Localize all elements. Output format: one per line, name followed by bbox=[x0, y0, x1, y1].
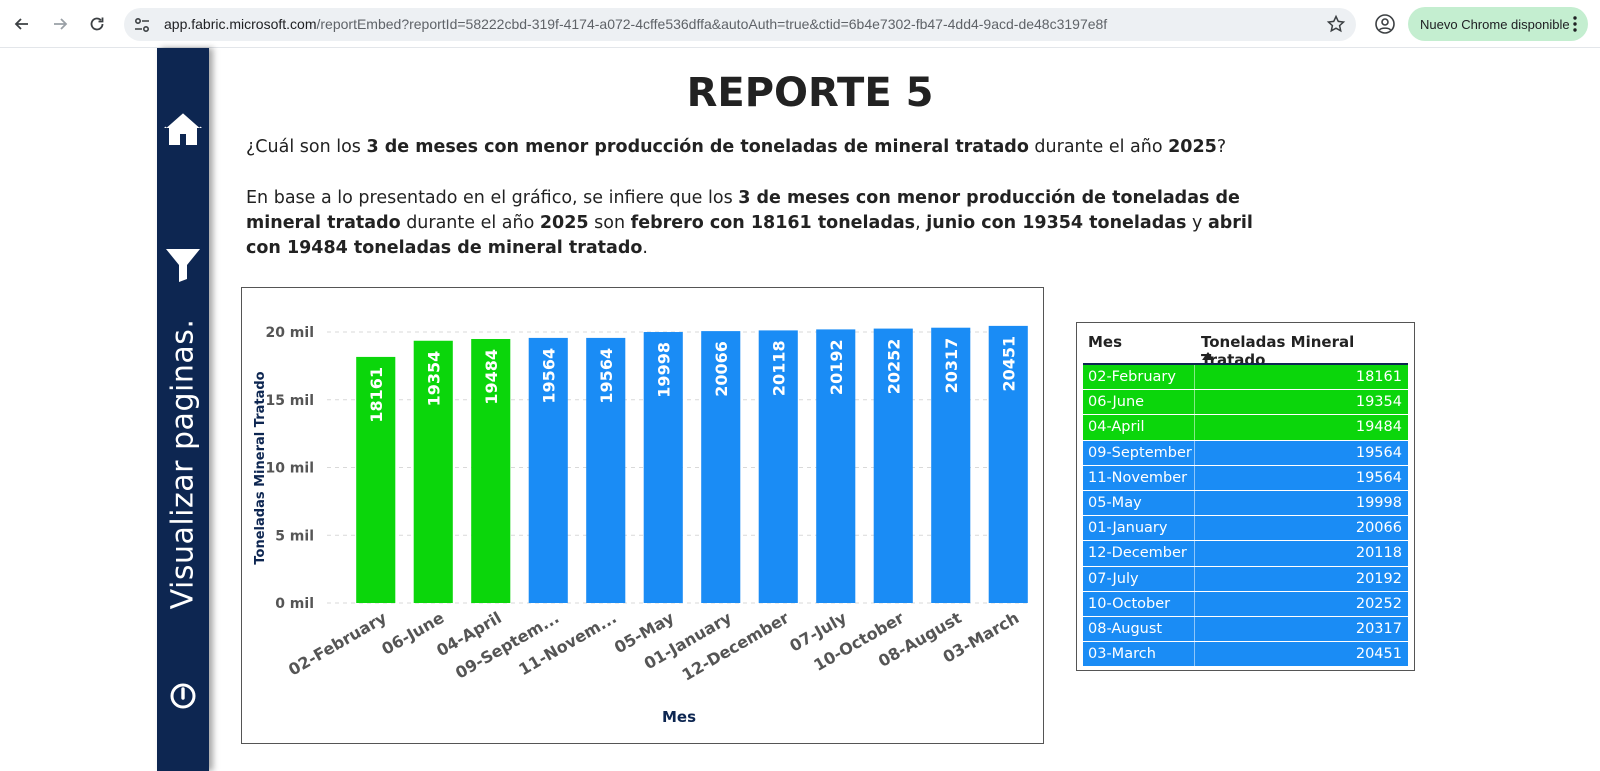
table-row[interactable]: 08-August 20317 bbox=[1083, 616, 1408, 643]
cell-toneladas: 19564 bbox=[1355, 444, 1402, 461]
y-tick-label: 10 mil bbox=[265, 461, 314, 477]
cell-mes: 06-June bbox=[1083, 390, 1195, 415]
column-header-mes[interactable]: Mes bbox=[1088, 333, 1122, 351]
y-tick-label: 0 mil bbox=[275, 596, 314, 612]
answer-text: En base a lo presentado en el gráfico, s… bbox=[246, 188, 1253, 258]
data-label: 20118 bbox=[769, 340, 788, 396]
power-icon[interactable] bbox=[169, 682, 197, 710]
browser-toolbar: app.fabric.microsoft.com/reportEmbed?rep… bbox=[0, 0, 1600, 48]
url-text: app.fabric.microsoft.com/reportEmbed?rep… bbox=[164, 16, 1108, 32]
data-label: 20066 bbox=[712, 341, 731, 397]
table-row[interactable]: 04-April 19484 bbox=[1083, 415, 1408, 441]
table-row[interactable]: 09-September 19564 bbox=[1083, 440, 1408, 466]
y-tick-label: 15 mil bbox=[265, 393, 314, 409]
cell-toneladas: 19998 bbox=[1355, 495, 1402, 512]
table-row[interactable]: 06-June 19354 bbox=[1083, 390, 1408, 416]
address-bar[interactable]: app.fabric.microsoft.com/reportEmbed?rep… bbox=[124, 8, 1356, 41]
home-icon[interactable] bbox=[162, 108, 204, 148]
cell-toneladas: 18161 bbox=[1355, 369, 1402, 386]
data-label: 19564 bbox=[597, 348, 616, 404]
cell-mes: 04-April bbox=[1083, 415, 1195, 440]
sort-ascending-icon[interactable] bbox=[1202, 352, 1214, 360]
cell-toneladas: 20317 bbox=[1355, 620, 1402, 637]
data-label: 19354 bbox=[424, 351, 443, 407]
table-row[interactable]: 05-May 19998 bbox=[1083, 490, 1408, 517]
cell-mes: 03-March bbox=[1083, 642, 1195, 667]
table-row[interactable]: 10-October 20252 bbox=[1083, 591, 1408, 617]
cell-mes: 01-January bbox=[1083, 516, 1195, 541]
filter-icon[interactable] bbox=[165, 248, 201, 282]
cell-mes: 10-October bbox=[1083, 591, 1195, 616]
data-label: 19998 bbox=[654, 342, 673, 398]
table-row[interactable]: 02-February 18161 bbox=[1083, 365, 1408, 391]
table-row[interactable]: 03-March 20451 bbox=[1083, 642, 1408, 668]
x-tick-label: 11-Novem... bbox=[515, 608, 619, 679]
bookmark-star-icon[interactable] bbox=[1326, 14, 1346, 34]
data-label: 18161 bbox=[367, 367, 386, 423]
table-body: 02-February 18161 06-June 19354 04-April 1948… bbox=[1083, 363, 1408, 668]
x-tick-label: 02-February bbox=[285, 608, 390, 680]
cell-toneladas: 20066 bbox=[1355, 520, 1402, 537]
report-title: REPORTE 5 bbox=[686, 70, 934, 116]
cell-mes: 11-November bbox=[1083, 465, 1195, 490]
data-label: 20252 bbox=[884, 339, 903, 395]
cell-toneladas: 19484 bbox=[1355, 419, 1402, 436]
update-label: Nuevo Chrome disponible bbox=[1420, 16, 1570, 32]
cell-mes: 07-July bbox=[1083, 566, 1195, 591]
data-label: 20317 bbox=[942, 338, 961, 394]
y-tick-label: 20 mil bbox=[265, 325, 314, 341]
cell-toneladas: 19354 bbox=[1355, 394, 1402, 411]
bar-chart[interactable]: 0 mil 5 mil 10 mil 15 mil 20 mil 18161 02-Febr… bbox=[241, 287, 1044, 744]
cell-toneladas: 20451 bbox=[1355, 646, 1402, 663]
y-tick-label: 5 mil bbox=[275, 528, 314, 544]
data-label: 20192 bbox=[827, 339, 846, 395]
cell-mes: 08-August bbox=[1083, 616, 1195, 642]
table-row[interactable]: 01-January 20066 bbox=[1083, 516, 1408, 542]
cell-toneladas: 20118 bbox=[1355, 545, 1402, 562]
table-row[interactable]: 11-November 19564 bbox=[1083, 465, 1408, 491]
forward-arrow-icon[interactable] bbox=[48, 12, 72, 36]
reload-icon[interactable] bbox=[85, 12, 109, 36]
report-nav-panel: Visualizar paginas. bbox=[157, 48, 209, 771]
question-text: ¿Cuál son los 3 de meses con menor produ… bbox=[246, 137, 1227, 157]
cell-mes: 05-May bbox=[1083, 490, 1195, 516]
profile-icon[interactable] bbox=[1374, 13, 1396, 35]
data-label: 20451 bbox=[999, 336, 1018, 392]
cell-mes: 09-September bbox=[1083, 440, 1195, 465]
visualize-pages-label[interactable]: Visualizar paginas. bbox=[166, 319, 201, 610]
cell-mes: 02-February bbox=[1083, 365, 1195, 390]
bar-chart-svg: 0 mil 5 mil 10 mil 15 mil 20 mil 18161 02-Febr… bbox=[253, 325, 1028, 726]
more-menu-icon[interactable] bbox=[1572, 15, 1578, 33]
x-axis-title: Mes bbox=[662, 708, 696, 726]
cell-toneladas: 20192 bbox=[1355, 570, 1402, 587]
cell-toneladas: 20252 bbox=[1355, 595, 1402, 612]
table-header: Mes Toneladas Mineral Tratado bbox=[1077, 323, 1414, 369]
cell-toneladas: 19564 bbox=[1355, 469, 1402, 486]
table-row[interactable]: 12-December 20118 bbox=[1083, 541, 1408, 567]
y-axis-title: Toneladas Mineral Tratado bbox=[253, 371, 268, 564]
data-table[interactable]: Mes Toneladas Mineral Tratado 02-Februar… bbox=[1076, 322, 1415, 671]
back-arrow-icon[interactable] bbox=[10, 12, 34, 36]
cell-mes: 12-December bbox=[1083, 541, 1195, 566]
data-label: 19564 bbox=[539, 348, 558, 404]
site-settings-icon[interactable] bbox=[132, 15, 152, 35]
table-row[interactable]: 07-July 20192 bbox=[1083, 566, 1408, 592]
chrome-update-button[interactable]: Nuevo Chrome disponible bbox=[1408, 7, 1588, 41]
data-label: 19484 bbox=[482, 349, 501, 405]
